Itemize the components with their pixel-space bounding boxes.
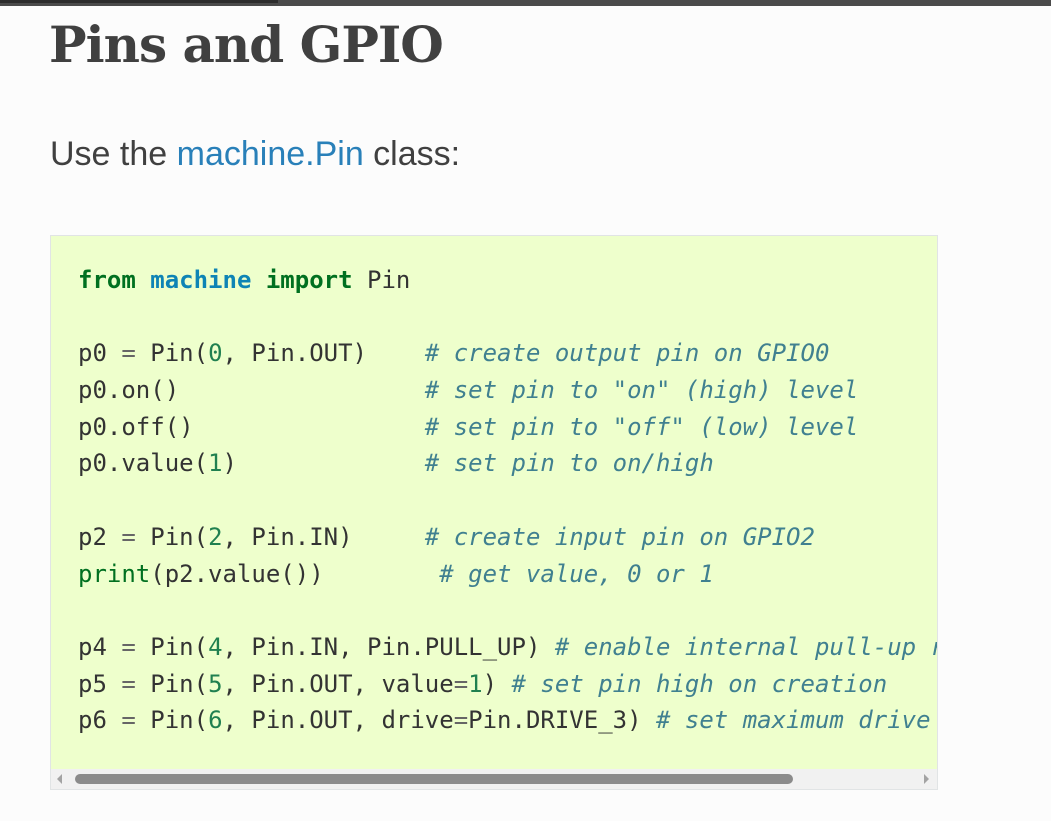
code-text: Pin( — [135, 339, 209, 368]
code-comment: # enable internal pull-up r — [554, 632, 938, 661]
code-operator: = — [121, 632, 136, 661]
code-number: 1 — [468, 669, 483, 698]
code-text: p4 — [78, 632, 122, 661]
code-text: Pin.DRIVE_3) — [468, 706, 656, 735]
code-number: 4 — [208, 632, 223, 661]
browser-top-edge — [0, 0, 1051, 6]
code-line-4: p0.on() # set pin to "on" (high) level — [78, 372, 937, 409]
code-number: 2 — [208, 522, 223, 551]
code-operator: = — [121, 522, 136, 551]
module-name: machine — [150, 266, 252, 294]
code-text: Pin( — [135, 522, 209, 551]
code-text: p2 — [78, 522, 122, 551]
scroll-left-arrow-icon[interactable] — [57, 774, 62, 784]
code-line-9: print(p2.value()) # get value, 0 or 1 — [78, 556, 937, 593]
code-number: 6 — [208, 706, 223, 735]
code-comment: # set maximum drive — [656, 706, 931, 735]
code-comment: # set pin to "off" (low) level — [424, 412, 859, 441]
code-text: p6 — [78, 706, 122, 735]
code-comment: # create output pin on GPIO0 — [424, 339, 830, 368]
code-comment: # set pin to on/high — [424, 449, 714, 478]
code-line-12: p5 = Pin(5, Pin.OUT, value=1) # set pin … — [78, 666, 937, 703]
code-comment: # set pin high on creation — [511, 669, 888, 698]
active-tab-strip — [0, 0, 278, 3]
code-listing: from machine import Pin p0 = Pin(0, Pin.O… — [78, 262, 938, 739]
code-line-8: p2 = Pin(2, Pin.IN) # create input pin o… — [78, 519, 937, 556]
code-line-3: p0 = Pin(0, Pin.OUT) # create output pin… — [78, 335, 937, 372]
code-text: p5 — [78, 669, 122, 698]
code-line-11: p4 = Pin(4, Pin.IN, Pin.PULL_UP) # enabl… — [78, 629, 938, 666]
code-text: , Pin.OUT, value — [222, 669, 454, 698]
intro-paragraph: Use the machine.Pin class: — [50, 134, 460, 174]
code-operator: = — [453, 706, 469, 735]
code-text: , Pin.OUT, drive — [222, 706, 454, 735]
code-line-1: from machine import Pin — [78, 262, 937, 299]
code-text: , Pin.OUT) — [222, 339, 425, 368]
keyword-import: import — [265, 266, 353, 294]
scrollbar-thumb[interactable] — [75, 774, 793, 784]
code-text: p0.off() — [78, 412, 425, 441]
code-text: p0 — [78, 339, 122, 368]
code-text: , Pin.IN, Pin.PULL_UP) — [222, 632, 555, 661]
code-operator: = — [121, 706, 136, 735]
code-operator: = — [121, 669, 136, 698]
code-operator: = — [121, 339, 136, 368]
code-number: 5 — [208, 669, 223, 698]
code-comment: # create input pin on GPIO2 — [424, 522, 815, 551]
code-number: 0 — [208, 339, 223, 368]
code-block: from machine import Pin p0 = Pin(0, Pin.O… — [50, 235, 938, 790]
imported-name: Pin — [367, 266, 411, 294]
keyword-from: from — [78, 266, 136, 294]
code-text: ) — [482, 669, 512, 698]
code-text: p0.on() — [78, 376, 425, 405]
code-text: Pin( — [135, 669, 209, 698]
code-line-5: p0.off() # set pin to "off" (low) level — [78, 409, 937, 446]
code-number: 1 — [208, 449, 223, 478]
code-line-13: p6 = Pin(6, Pin.OUT, drive=Pin.DRIVE_3) … — [78, 702, 937, 739]
code-text: Pin( — [135, 706, 209, 735]
code-text: ) — [222, 449, 425, 478]
code-line-6: p0.value(1) # set pin to on/high — [78, 445, 937, 482]
code-comment: # set pin to "on" (high) level — [424, 376, 859, 405]
intro-prefix: Use the — [50, 135, 177, 173]
scroll-right-arrow-icon[interactable] — [924, 774, 929, 784]
code-text: (p2.value()) — [150, 559, 440, 588]
page-title: Pins and GPIO — [49, 15, 444, 74]
intro-suffix: class: — [363, 135, 461, 173]
machine-pin-link[interactable]: machine.Pin — [177, 135, 364, 173]
horizontal-scrollbar[interactable] — [51, 769, 937, 789]
code-builtin: print — [78, 559, 151, 588]
code-operator: = — [453, 669, 469, 698]
code-text: p0.value( — [78, 449, 209, 478]
code-comment: # get value, 0 or 1 — [439, 559, 714, 588]
code-text: , Pin.IN) — [222, 522, 425, 551]
code-text: Pin( — [135, 632, 209, 661]
